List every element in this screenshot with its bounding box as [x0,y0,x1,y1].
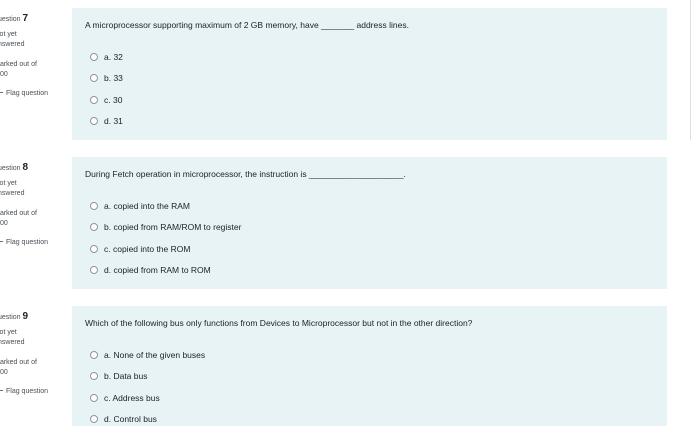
question-state: lot yet nswered [0,179,24,199]
radio-button[interactable] [90,201,98,210]
question-grade: farked out of .00 [0,358,37,378]
right-divider [690,0,691,140]
answer-option-label: b. Data bus [104,371,148,382]
question-info: uestion 8 lot yet nswered farked out of … [0,157,64,257]
answer-option-label: c. Address bus [104,392,160,403]
radio-button[interactable] [90,117,98,126]
radio-button[interactable] [90,266,98,275]
question-state-line1: lot yet [0,180,17,187]
answer-option-a[interactable]: a. 32 [90,46,123,68]
question-number-value: 7 [22,13,29,24]
answer-option-d[interactable]: d. 31 [90,111,123,133]
question-text: A microprocessor supporting maximum of 2… [85,20,409,30]
flag-icon [0,91,3,97]
question-state: lot yet nswered [0,30,24,50]
question-number-value: 8 [22,162,29,173]
radio-button[interactable] [90,74,98,83]
question-grade: farked out of .00 [0,209,37,229]
answer-option-label: a. copied into the RAM [104,200,190,211]
answer-option-label: a. None of the given buses [104,349,206,360]
question-state-line1: lot yet [0,329,17,336]
question-number: uestion 7 [0,14,28,25]
question-info: uestion 7 lot yet nswered farked out of … [0,8,64,108]
flag-question-link[interactable]: Flag question [0,387,48,397]
answer-option-label: d. copied from RAM to ROM [104,265,211,276]
answer-option-label: a. 32 [104,51,123,62]
flag-icon [0,240,3,246]
answer-option-label: c. 30 [104,94,123,105]
flag-question-label: Flag question [6,388,49,395]
question-grade-line1: farked out of [0,61,37,68]
radio-button[interactable] [90,223,98,232]
question-info: uestion 9 lot yet nswered farked out of … [0,306,64,406]
flag-question-label: Flag question [6,90,49,97]
answer-option-b[interactable]: b. copied from RAM/ROM to register [90,217,241,239]
question-grade-line1: farked out of [0,359,37,366]
question-number-label: uestion [0,16,21,23]
question-number-label: uestion [0,165,21,172]
question-content: Which of the following bus only function… [72,306,667,426]
question-state-line1: lot yet [0,31,17,38]
question-grade: farked out of .00 [0,60,37,80]
answer-options: a. None of the given buses b. Data bus c… [90,344,205,426]
radio-button[interactable] [90,95,98,104]
radio-button[interactable] [90,52,98,61]
radio-button[interactable] [90,372,98,381]
question-text: During Fetch operation in microprocessor… [85,169,406,179]
flag-question-label: Flag question [6,239,49,246]
question-state-line2: nswered [0,190,25,197]
question-grade-line2: .00 [0,369,8,376]
quiz-page: uestion 7 lot yet nswered farked out of … [0,0,700,426]
answer-option-label: d. 31 [104,116,123,127]
question-grade-line2: .00 [0,220,8,227]
flag-question-link[interactable]: Flag question [0,238,48,248]
question-number-label: uestion [0,314,21,321]
radio-button[interactable] [90,350,98,359]
answer-options: a. 32 b. 33 c. 30 d. 31 [90,46,123,132]
question-block: uestion 9 lot yet nswered farked out of … [0,306,670,426]
answer-option-c[interactable]: c. Address bus [90,387,205,409]
question-grade-line1: farked out of [0,210,37,217]
answer-option-label: b. 33 [104,73,123,84]
question-content: During Fetch operation in microprocessor… [72,157,667,289]
question-block: uestion 8 lot yet nswered farked out of … [0,157,670,289]
question-state-line2: nswered [0,339,25,346]
flag-question-link[interactable]: Flag question [0,89,48,99]
answer-option-d[interactable]: d. Control bus [90,409,205,426]
question-grade-line2: .00 [0,71,8,78]
answer-option-a[interactable]: a. None of the given buses [90,344,205,366]
answer-option-d[interactable]: d. copied from RAM to ROM [90,260,241,282]
question-text: Which of the following bus only function… [85,318,473,328]
answer-option-label: b. copied from RAM/ROM to register [104,222,242,233]
radio-button[interactable] [90,393,98,402]
answer-option-c[interactable]: c. copied into the ROM [90,238,241,260]
answer-option-c[interactable]: c. 30 [90,89,123,111]
answer-option-b[interactable]: b. 33 [90,68,123,90]
question-state: lot yet nswered [0,328,24,348]
answer-option-b[interactable]: b. Data bus [90,366,205,388]
flag-icon [0,389,3,395]
question-content: A microprocessor supporting maximum of 2… [72,8,667,140]
radio-button[interactable] [90,244,98,253]
question-number: uestion 8 [0,163,28,174]
answer-options: a. copied into the RAM b. copied from RA… [90,195,241,281]
answer-option-label: d. Control bus [104,414,157,425]
answer-option-a[interactable]: a. copied into the RAM [90,195,241,217]
radio-button[interactable] [90,415,98,424]
question-number: uestion 9 [0,312,28,323]
question-state-line2: nswered [0,41,25,48]
question-number-value: 9 [22,311,29,322]
question-block: uestion 7 lot yet nswered farked out of … [0,8,670,140]
answer-option-label: c. copied into the ROM [104,243,191,254]
